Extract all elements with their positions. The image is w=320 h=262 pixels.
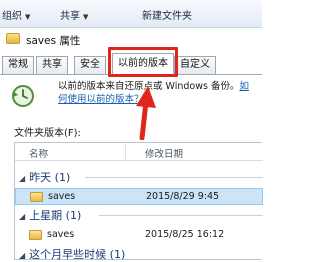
tab-previous-versions[interactable]: 以前的版本 bbox=[112, 53, 174, 74]
version-date: 2015/8/25 16:12 bbox=[145, 229, 225, 240]
chevron-down-icon: ▼ bbox=[25, 13, 31, 21]
restore-clock-icon bbox=[12, 85, 34, 107]
tab-general[interactable]: 常规 bbox=[2, 56, 34, 74]
group-label: 上星期 (1) bbox=[29, 209, 82, 222]
group-divider bbox=[99, 215, 263, 216]
tab-sharing[interactable]: 共享 bbox=[36, 56, 68, 74]
version-date: 2015/8/29 9:45 bbox=[146, 191, 220, 202]
share-label: 共享 bbox=[60, 11, 80, 22]
list-item[interactable]: saves 2015/8/25 16:12 bbox=[15, 227, 263, 244]
folder-versions-list[interactable]: 名称 修改日期 ◢ 昨天 (1) saves 2015/8/29 9:45 ◢ 上星… bbox=[14, 142, 263, 261]
tab-security[interactable]: 安全 bbox=[74, 56, 106, 74]
group-label: 昨天 (1) bbox=[29, 171, 71, 184]
folder-icon bbox=[6, 33, 20, 44]
list-item[interactable]: saves 2015/8/29 9:45 bbox=[15, 188, 263, 205]
dialog-titlebar: saves 属性 bbox=[0, 28, 262, 50]
column-header-name[interactable]: 名称 bbox=[29, 146, 48, 160]
group-header-last-week[interactable]: ◢ 上星期 (1) bbox=[19, 207, 81, 223]
folder-icon bbox=[30, 192, 43, 202]
properties-tabs: 常规 共享 安全 以前的版本 自定义 bbox=[0, 53, 262, 74]
group-label: 这个月早些时候 (1) bbox=[29, 248, 126, 261]
collapse-caret-icon: ◢ bbox=[19, 174, 26, 183]
folder-icon bbox=[29, 230, 42, 240]
collapse-caret-icon: ◢ bbox=[19, 212, 26, 221]
organize-menu-button[interactable]: 组织 ▼ bbox=[2, 7, 30, 22]
collapse-caret-icon: ◢ bbox=[19, 251, 26, 260]
group-header-yesterday[interactable]: ◢ 昨天 (1) bbox=[19, 169, 70, 185]
explorer-toolbar: 组织 ▼ 共享 ▼ 新建文件夹 bbox=[0, 0, 262, 28]
chevron-down-icon: ▼ bbox=[83, 13, 89, 21]
folder-versions-label: 文件夹版本(F): bbox=[14, 128, 81, 139]
column-header-date[interactable]: 修改日期 bbox=[145, 146, 183, 160]
version-name: saves bbox=[47, 229, 75, 240]
dialog-title: saves 属性 bbox=[26, 35, 81, 47]
new-folder-button[interactable]: 新建文件夹 bbox=[142, 7, 192, 22]
red-arrow-annotation bbox=[136, 86, 156, 140]
share-menu-button[interactable]: 共享 ▼ bbox=[60, 7, 88, 22]
version-name: saves bbox=[48, 191, 76, 202]
list-header: 名称 修改日期 bbox=[15, 143, 263, 161]
column-divider[interactable] bbox=[125, 145, 126, 159]
organize-label: 组织 bbox=[2, 11, 22, 22]
group-divider bbox=[85, 177, 263, 178]
tab-customize[interactable]: 自定义 bbox=[174, 56, 216, 74]
